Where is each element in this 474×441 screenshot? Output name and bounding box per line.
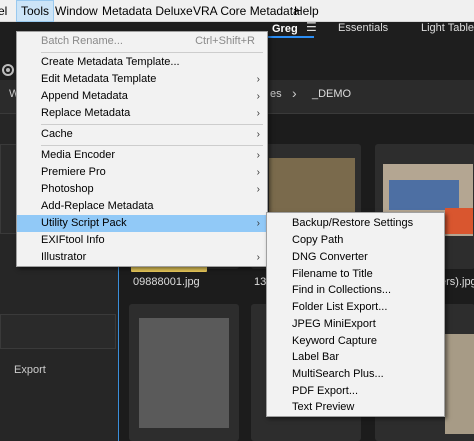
submenu-item-pdf-export[interactable]: PDF Export... [267,383,444,400]
menu-label[interactable]: el [0,0,11,22]
menu-item-append-metadata[interactable]: Append Metadata › [17,88,267,105]
menu-separator [41,52,263,53]
menu-item-label: Add-Replace Metadata [41,200,154,212]
panel-box [0,314,116,349]
menu-item-add-replace-metadata[interactable]: Add-Replace Metadata [17,198,267,215]
thumbnail-tile[interactable] [129,304,239,441]
menu-item-label: Illustrator [41,251,87,263]
chevron-right-icon: › [256,91,260,102]
menu-item-label: Premiere Pro [41,166,106,178]
submenu-item-multisearch-plus[interactable]: MultiSearch Plus... [267,366,444,383]
menu-item-create-metadata-template[interactable]: Create Metadata Template... [17,54,267,71]
menu-item-photoshop[interactable]: Photoshop › [17,181,267,198]
menu-item-premiere-pro[interactable]: Premiere Pro › [17,164,267,181]
submenu-item-keyword-capture[interactable]: Keyword Capture [267,333,444,350]
menu-item-label: Photoshop [41,183,94,195]
thumbnail-image [445,208,473,234]
submenu-item-folder-list-export[interactable]: Folder List Export... [267,299,444,316]
menu-item-label: Media Encoder [41,149,115,161]
submenu-item-filename-to-title[interactable]: Filename to Title [267,266,444,283]
menu-lines-icon[interactable]: ☰ [306,20,317,34]
submenu-item-text-preview[interactable]: Text Preview [267,399,444,416]
breadcrumb-current[interactable]: _DEMO [312,88,351,100]
menu-item-utility-script-pack[interactable]: Utility Script Pack › [17,215,267,232]
thumbnail-image [389,180,459,210]
chevron-right-icon: › [256,252,260,263]
workspace-tab-light-table[interactable]: Light Table [421,22,474,34]
menu-item-label: Create Metadata Template... [41,56,180,68]
menu-separator [41,145,263,146]
chevron-right-icon: › [256,129,260,140]
gear-icon[interactable] [0,62,16,78]
submenu-item-backup-restore-settings[interactable]: Backup/Restore Settings [267,215,444,232]
chevron-right-icon: › [256,74,260,85]
submenu-item-jpeg-miniexport[interactable]: JPEG MiniExport [267,316,444,333]
menu-item-illustrator[interactable]: Illustrator › [17,249,267,266]
menu-item-label: Edit Metadata Template [41,73,157,85]
menu-item-replace-metadata[interactable]: Replace Metadata › [17,105,267,122]
menu-item-label: Utility Script Pack [41,217,127,229]
menu-item-cache[interactable]: Cache › [17,126,267,143]
chevron-right-icon: › [292,85,297,101]
menu-window[interactable]: Window [51,0,102,22]
chevron-right-icon: › [256,184,260,195]
submenu-item-find-in-collections[interactable]: Find in Collections... [267,282,444,299]
menu-vra-core-metadata[interactable]: VRA Core Metadata [189,0,304,22]
menu-item-label: Cache [41,128,73,140]
submenu-item-label-bar[interactable]: Label Bar [267,349,444,366]
menu-item-label: Append Metadata [41,90,128,102]
menu-item-shortcut: Ctrl+Shift+R [195,35,255,47]
thumbnail-filename: ers).jpg [440,276,474,288]
menu-tools[interactable]: Tools [16,0,55,22]
menu-item-media-encoder[interactable]: Media Encoder › [17,147,267,164]
menu-item-label: Batch Rename... [41,35,123,47]
menu-item-label: Replace Metadata [41,107,131,119]
workspace-tab-essentials[interactable]: Essentials [338,22,388,34]
chevron-right-icon: › [256,218,260,229]
chevron-right-icon: › [256,167,260,178]
thumbnail-image [139,318,229,428]
menu-help[interactable]: Help [290,0,323,22]
menu-item-exiftool-info[interactable]: EXIFtool Info [17,232,267,249]
menu-separator [41,124,263,125]
breadcrumb-partial[interactable]: es [270,88,282,100]
menu-item-label: EXIFtool Info [41,234,105,246]
menu-item-edit-metadata-template[interactable]: Edit Metadata Template › [17,71,267,88]
thumbnail-filename: 09888001.jpg [133,276,200,288]
menu-metadata-deluxe[interactable]: Metadata Deluxe [98,0,197,22]
submenu-item-copy-path[interactable]: Copy Path [267,232,444,249]
utility-script-pack-submenu: Backup/Restore Settings Copy Path DNG Co… [266,212,445,417]
chevron-right-icon: › [256,108,260,119]
tools-dropdown-menu: Batch Rename... Ctrl+Shift+R Create Meta… [16,31,268,267]
submenu-item-dng-converter[interactable]: DNG Converter [267,249,444,266]
menu-item-batch-rename[interactable]: Batch Rename... Ctrl+Shift+R [17,33,267,50]
menu-bar: el Tools Window Metadata Deluxe VRA Core… [0,0,474,22]
export-panel-label[interactable]: Export [14,364,46,376]
thumbnail-image [445,334,474,434]
chevron-right-icon: › [256,150,260,161]
